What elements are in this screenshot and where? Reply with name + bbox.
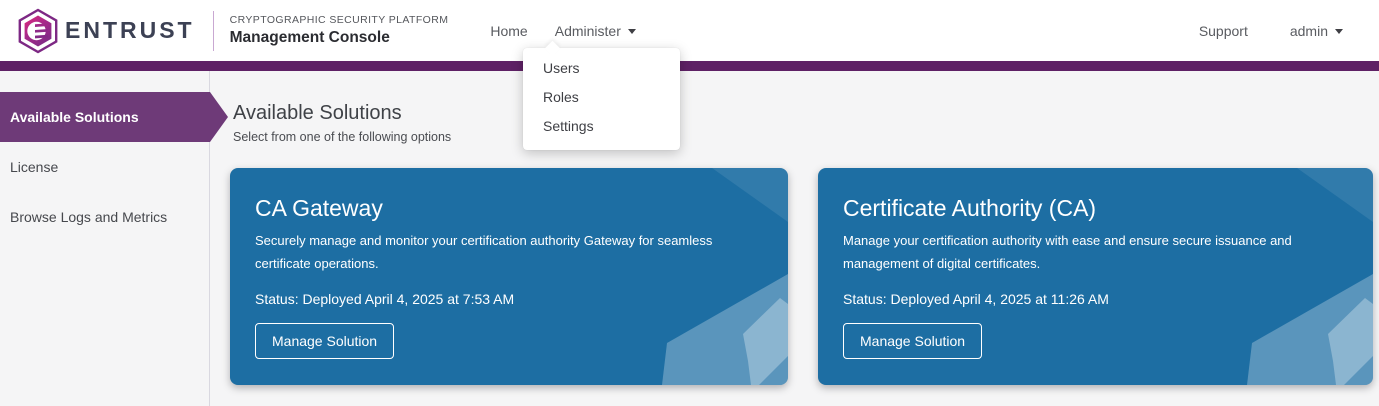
secondary-nav: Support admin [1199,23,1343,39]
sidebar: Available Solutions License Browse Logs … [0,71,210,406]
brand-divider [213,11,214,51]
page-title: Available Solutions [233,102,451,125]
menu-item-roles[interactable]: Roles [523,83,680,112]
sidebar-item-available-solutions[interactable]: Available Solutions [0,92,210,142]
card-status: Status: Deployed April 4, 2025 at 11:26 … [843,291,1348,307]
card-title: Certificate Authority (CA) [843,193,1348,223]
administer-dropdown-menu: Users Roles Settings [523,48,680,150]
nav-home-label: Home [490,23,527,39]
sidebar-item-browse-logs-and-metrics[interactable]: Browse Logs and Metrics [0,192,209,242]
platform-label: CRYPTOGRAPHIC SECURITY PLATFORM [230,14,449,26]
solution-card-certificate-authority: Certificate Authority (CA) Manage your c… [818,168,1373,385]
app-header: ENTRUST CRYPTOGRAPHIC SECURITY PLATFORM … [0,0,1379,61]
manage-solution-button[interactable]: Manage Solution [843,323,982,359]
chevron-down-icon [1335,29,1343,34]
app-window: ENTRUST CRYPTOGRAPHIC SECURITY PLATFORM … [0,0,1379,406]
sidebar-item-label: Browse Logs and Metrics [10,209,167,225]
menu-item-settings[interactable]: Settings [523,112,680,141]
card-description: Securely manage and monitor your certifi… [255,229,755,275]
user-menu-label: admin [1290,23,1328,39]
sidebar-item-license[interactable]: License [0,142,209,192]
card-title: CA Gateway [255,193,763,223]
nav-home-link[interactable]: Home [490,23,527,39]
primary-nav: Home Administer [490,23,636,39]
entrust-wordmark: ENTRUST [65,17,195,44]
card-description: Manage your certification authority with… [843,229,1343,275]
sidebar-item-label: Available Solutions [10,109,139,125]
page-header: Available Solutions Select from one of t… [233,102,451,144]
solution-card-ca-gateway: CA Gateway Securely manage and monitor y… [230,168,788,385]
nav-administer-link[interactable]: Administer [555,23,636,39]
platform-title-block: CRYPTOGRAPHIC SECURITY PLATFORM Manageme… [230,14,449,47]
solution-cards: CA Gateway Securely manage and monitor y… [230,168,1373,385]
manage-solution-button[interactable]: Manage Solution [255,323,394,359]
user-menu-button[interactable]: admin [1290,23,1343,39]
nav-administer-label: Administer [555,23,621,39]
nav-support-link[interactable]: Support [1199,23,1248,39]
console-label: Management Console [230,29,449,47]
nav-support-label: Support [1199,23,1248,39]
card-status: Status: Deployed April 4, 2025 at 7:53 A… [255,291,763,307]
menu-item-users[interactable]: Users [523,54,680,83]
page-subtitle: Select from one of the following options [233,130,451,144]
brand-accent-bar [0,61,1379,71]
chevron-down-icon [628,29,636,34]
sidebar-item-label: License [10,159,58,175]
brand-logo[interactable]: ENTRUST [16,8,195,54]
entrust-hexagon-icon [16,8,60,54]
